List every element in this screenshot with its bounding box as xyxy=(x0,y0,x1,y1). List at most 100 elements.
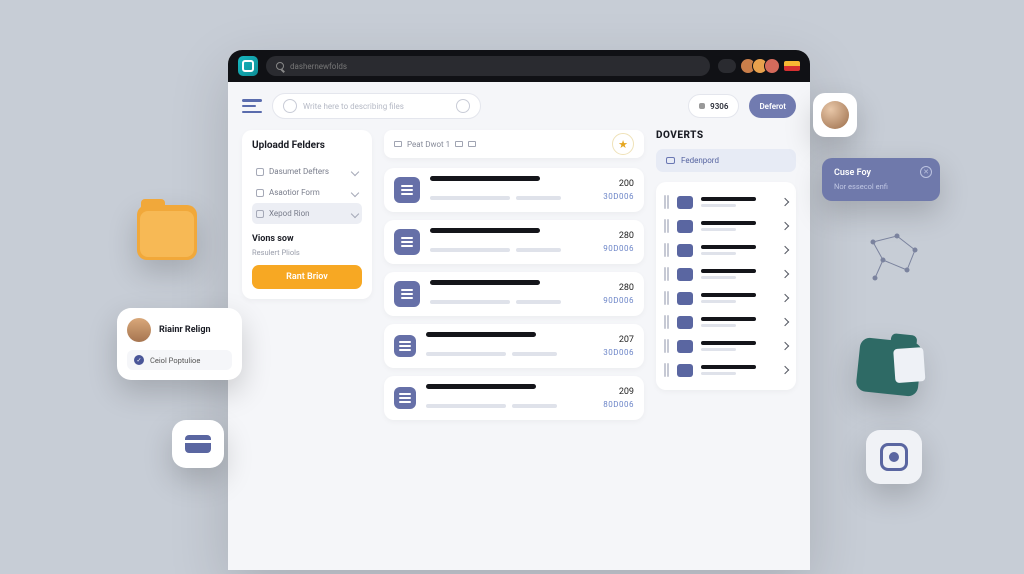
balance-chip[interactable]: 9306 xyxy=(688,94,739,118)
file-icon xyxy=(677,220,693,233)
avatar-tile xyxy=(813,93,857,137)
sidebar-item[interactable]: Dasumet Defters xyxy=(252,161,362,182)
search-placeholder: Write here to describing files xyxy=(303,102,404,111)
sidebar-item-label: Xepod Rion xyxy=(269,209,310,218)
rail-button-label: Fedenpord xyxy=(681,156,719,165)
file-row[interactable]: 209 80D006 xyxy=(384,376,644,420)
file-code: 80D006 xyxy=(603,400,634,409)
app-logo-icon xyxy=(238,56,258,76)
rail-item[interactable] xyxy=(664,238,788,262)
file-icon xyxy=(677,196,693,209)
rail-item[interactable] xyxy=(664,214,788,238)
rail-item[interactable] xyxy=(664,358,788,382)
chevron-down-icon xyxy=(351,167,359,175)
document-icon xyxy=(394,281,420,307)
primary-action-label: Deferot xyxy=(759,102,786,111)
file-row[interactable]: 280 90D006 xyxy=(384,220,644,264)
credit-card-icon xyxy=(185,435,211,453)
file-row[interactable]: 28090D006 xyxy=(384,272,644,316)
toolbar-label: Peat Dwot 1 xyxy=(407,140,450,149)
chevron-right-icon xyxy=(781,294,789,302)
chevron-right-icon xyxy=(781,270,789,278)
circle-icon xyxy=(456,99,470,113)
rail-item[interactable] xyxy=(664,310,788,334)
url-bar[interactable]: dashernewfolds xyxy=(266,56,710,76)
chevron-down-icon xyxy=(351,209,359,217)
graph-decoration xyxy=(865,230,925,286)
chevron-right-icon xyxy=(781,318,789,326)
rail-title: DOVERTS xyxy=(656,130,796,141)
sidebar-item[interactable]: Asaotior Form xyxy=(252,182,362,203)
user-tag: Ceiol Poptulioe xyxy=(150,356,200,365)
chevron-right-icon xyxy=(781,246,789,254)
menu-button[interactable] xyxy=(242,99,262,113)
chevron-down-icon xyxy=(351,188,359,196)
rail-item[interactable] xyxy=(664,286,788,310)
search-icon xyxy=(283,99,297,113)
user-tag-row[interactable]: ✓ Ceiol Poptulioe xyxy=(127,350,232,370)
file-icon xyxy=(677,292,693,305)
folder-orange-icon xyxy=(137,205,197,260)
list-icon xyxy=(468,141,476,147)
main-panel: Peat Dwot 1 ★ 20030D006 28090D006 28090D xyxy=(384,130,644,428)
star-button[interactable]: ★ xyxy=(612,133,634,155)
user-name: Riainr Relign xyxy=(159,325,211,335)
url-text: dashernewfolds xyxy=(290,62,347,71)
balance-value: 9306 xyxy=(710,102,728,111)
upsell-button[interactable]: Rant Briov xyxy=(252,265,362,289)
view-icon xyxy=(394,141,402,147)
chevron-right-icon xyxy=(781,342,789,350)
avatar-icon xyxy=(764,58,780,74)
sidebar: Uploadd Felders Dasumet Defters Asaotior… xyxy=(242,130,372,428)
check-badge-icon: ✓ xyxy=(134,355,144,365)
sidebar-item-label: Asaotior Form xyxy=(269,188,320,197)
file-meta xyxy=(430,228,593,256)
search-input[interactable]: Write here to describing files xyxy=(272,93,481,119)
sidebar-upsell-text: Resulert Pliols xyxy=(252,248,362,257)
titlebar-pill[interactable] xyxy=(718,59,736,73)
sidebar-upsell-title: Vions sow xyxy=(252,234,362,244)
app-window: dashernewfolds Write here to describing … xyxy=(228,50,810,570)
rail-item[interactable] xyxy=(664,334,788,358)
camera-tile xyxy=(866,430,922,484)
sidebar-title: Uploadd Felders xyxy=(252,140,362,151)
document-icon xyxy=(394,177,420,203)
tooltip-card: ✕ Cuse Foy Nor essecol enfi xyxy=(822,158,940,201)
title-bar: dashernewfolds xyxy=(228,50,810,82)
chevron-right-icon xyxy=(781,222,789,230)
file-row[interactable]: 20730D006 xyxy=(384,324,644,368)
file-size: 200 xyxy=(603,179,634,189)
search-icon xyxy=(276,62,284,70)
file-meta xyxy=(426,332,593,360)
avatar-icon xyxy=(821,101,849,129)
app-body: Uploadd Felders Dasumet Defters Asaotior… xyxy=(228,130,810,428)
user-card: Riainr Relign ✓ Ceiol Poptulioe xyxy=(117,308,242,380)
flag-icon[interactable] xyxy=(784,61,800,71)
chevron-right-icon xyxy=(781,366,789,374)
close-icon[interactable]: ✕ xyxy=(920,166,932,178)
folder-icon xyxy=(256,210,264,218)
grid-icon xyxy=(455,141,463,147)
rail-item[interactable] xyxy=(664,190,788,214)
sidebar-card: Uploadd Felders Dasumet Defters Asaotior… xyxy=(242,130,372,299)
camera-icon xyxy=(880,443,908,471)
file-code: 90D006 xyxy=(603,244,634,253)
file-row[interactable]: 20030D006 xyxy=(384,168,644,212)
document-icon xyxy=(394,229,420,255)
rail-action-button[interactable]: Fedenpord xyxy=(656,149,796,172)
file-size: 209 xyxy=(603,387,634,397)
toolbar-left[interactable]: Peat Dwot 1 xyxy=(394,140,476,149)
avatar-stack[interactable] xyxy=(740,58,780,74)
file-size: 280 xyxy=(603,283,634,293)
card-icon-tile xyxy=(172,420,224,468)
primary-action-button[interactable]: Deferot xyxy=(749,94,796,118)
sidebar-item[interactable]: Xepod Rion xyxy=(252,203,362,224)
file-icon xyxy=(677,316,693,329)
file-size: 280 xyxy=(603,231,634,241)
wallet-icon xyxy=(699,103,705,109)
file-code: 30D006 xyxy=(603,348,634,357)
tooltip-subtitle: Nor essecol enfi xyxy=(834,182,928,191)
rail-item[interactable] xyxy=(664,262,788,286)
app-header: Write here to describing files 9306 Defe… xyxy=(228,82,810,130)
document-icon xyxy=(394,335,416,357)
